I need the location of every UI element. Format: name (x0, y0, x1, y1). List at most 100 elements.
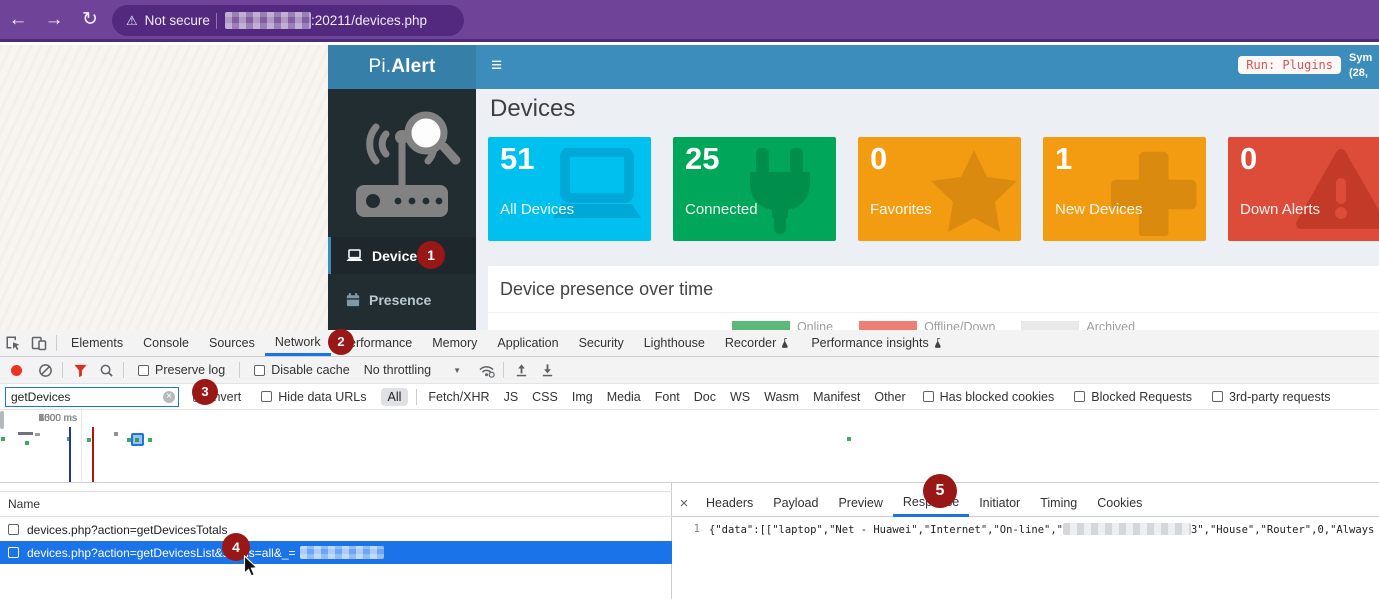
back-icon[interactable]: ← (0, 9, 36, 31)
blocked-requests-checkbox[interactable]: Blocked Requests (1074, 390, 1192, 404)
separator (416, 389, 417, 405)
card-connected[interactable]: 25 Connected (673, 137, 836, 241)
annotation-5: 5 (923, 474, 957, 508)
disable-cache-checkbox[interactable]: Disable cache (254, 363, 350, 377)
request-row[interactable]: devices.php?action=getDevicesTotals (0, 518, 672, 541)
network-overview-timeline[interactable]: 500 ms1000 ms1500 ms2000 ms2500 ms3000 m… (0, 410, 1379, 483)
request-dot (847, 437, 851, 441)
close-icon[interactable]: × (672, 495, 696, 512)
warning-icon (1295, 148, 1379, 232)
resource-type-filter[interactable]: Doc (694, 390, 716, 404)
separator (123, 362, 124, 378)
filter-input[interactable]: × (5, 387, 179, 407)
resource-type-filter[interactable]: Other (874, 390, 905, 404)
resource-type-filter[interactable]: CSS (532, 390, 558, 404)
blank-page-area (0, 45, 328, 330)
has-blocked-cookies-checkbox[interactable]: Has blocked cookies (923, 390, 1055, 404)
resource-type-filter[interactable]: WS (730, 390, 750, 404)
sidebar-toggle-icon[interactable]: ≡ (491, 59, 507, 73)
response-body-line[interactable]: 1 {"data":[["laptop","Net - Huawei","Int… (672, 523, 1379, 536)
detail-tab-preview[interactable]: Preview (828, 490, 892, 517)
selected-request-marker (131, 433, 144, 446)
resource-type-filter[interactable]: Wasm (764, 390, 799, 404)
devtools-tab-console[interactable]: Console (133, 330, 199, 356)
request-bar (18, 432, 33, 435)
import-har-icon[interactable] (508, 357, 534, 383)
devtools-tab-elements[interactable]: Elements (61, 330, 133, 356)
request-checkbox[interactable] (8, 547, 19, 558)
detail-tab-timing[interactable]: Timing (1030, 490, 1087, 517)
hide-data-urls-checkbox[interactable]: Hide data URLs (261, 390, 366, 404)
network-conditions-icon[interactable] (473, 357, 499, 383)
devtools-tab-sources[interactable]: Sources (199, 330, 265, 356)
app-brand[interactable]: Pi.Alert (328, 45, 476, 89)
laptop-icon (346, 249, 363, 262)
devtools-tab-application[interactable]: Application (487, 330, 568, 356)
card-value: 0 (1240, 141, 1257, 177)
resource-type-filter[interactable]: Fetch/XHR (428, 390, 489, 404)
forward-icon[interactable]: → (36, 9, 72, 31)
request-row-selected[interactable]: devices.php?action=getDevicesList&status… (0, 541, 672, 564)
detail-tab-payload[interactable]: Payload (763, 490, 828, 517)
devtools-tabbar: Elements Console Sources Network Perform… (0, 330, 1379, 357)
card-favorites[interactable]: 0 Favorites (858, 137, 1021, 241)
filter-text-field[interactable] (6, 390, 156, 404)
third-party-requests-checkbox[interactable]: 3rd-party requests (1212, 390, 1330, 404)
resource-type-filter[interactable]: Img (572, 390, 593, 404)
panel-divider (488, 312, 1379, 313)
sidebar-item-presence[interactable]: Presence (328, 281, 476, 318)
devtools-tab-performance-insights[interactable]: Performance insights (801, 330, 953, 356)
detail-tab-initiator[interactable]: Initiator (969, 490, 1030, 517)
throttling-select[interactable]: No throttling ▼ (364, 363, 461, 377)
search-icon[interactable] (93, 357, 119, 383)
resource-type-filter[interactable]: JS (504, 390, 519, 404)
devtools-tab-memory[interactable]: Memory (422, 330, 487, 356)
card-down-alerts[interactable]: 0 Down Alerts (1228, 137, 1379, 241)
resource-type-filter[interactable]: Manifest (813, 390, 860, 404)
clear-network-log-icon[interactable] (32, 357, 58, 383)
not-secure-warning-icon: ⚠ (126, 13, 138, 29)
overview-scroll-handle[interactable] (0, 411, 4, 429)
export-har-icon[interactable] (534, 357, 560, 383)
inspect-element-icon[interactable] (0, 330, 26, 356)
filter-all-chip[interactable]: All (381, 388, 409, 406)
resource-type-filter[interactable]: Media (607, 390, 641, 404)
devtools-tab-recorder[interactable]: Recorder (715, 330, 801, 356)
request-detail-pane: × Headers Payload Preview Response Initi… (672, 483, 1379, 599)
devtools-tab-lighthouse[interactable]: Lighthouse (634, 330, 715, 356)
resource-type-filter[interactable]: Font (655, 390, 680, 404)
load-event-marker (92, 427, 94, 483)
card-new-devices[interactable]: 1 New Devices (1043, 137, 1206, 241)
calendar-icon (346, 293, 360, 307)
not-secure-label[interactable]: Not secure (145, 13, 210, 28)
browser-toolbar: ← → ↻ ⚠ Not secure :20211/devices.php (0, 0, 1379, 42)
card-all-devices[interactable]: 51 All Devices (488, 137, 651, 241)
presence-panel-title: Device presence over time (488, 266, 1379, 300)
devtools-tab-security[interactable]: Security (569, 330, 634, 356)
request-list-header[interactable]: Name (0, 491, 672, 517)
legend-online: Online (732, 320, 833, 330)
run-plugins-button[interactable]: Run: Plugins (1238, 56, 1341, 74)
page-viewport: Pi.Alert ≡ Run: Plugins Sym (28, (0, 45, 1379, 330)
device-toolbar-icon[interactable] (26, 330, 52, 356)
preserve-log-checkbox[interactable]: Preserve log (138, 363, 225, 377)
detail-tabbar: × Headers Payload Preview Response Initi… (672, 490, 1379, 517)
reload-icon[interactable]: ↻ (72, 8, 108, 31)
resource-type-filters: Fetch/XHR JS CSS Img Media Font Doc WS Wasm Manif… (421, 390, 912, 404)
sidebar-item-label: Presence (369, 292, 431, 308)
url-port-path[interactable]: :20211/devices.php (311, 13, 427, 28)
detail-tab-headers[interactable]: Headers (696, 490, 763, 517)
clear-filter-icon[interactable]: × (163, 391, 175, 403)
separator (62, 362, 63, 378)
address-bar[interactable]: ⚠ Not secure :20211/devices.php (112, 5, 464, 36)
separator (503, 362, 504, 378)
devtools-tab-network[interactable]: Network (265, 330, 331, 356)
filter-funnel-icon[interactable] (67, 357, 93, 383)
request-checkbox[interactable] (8, 524, 19, 535)
detail-tab-cookies[interactable]: Cookies (1087, 490, 1152, 517)
redacted-response-value (1063, 523, 1191, 535)
sidebar-item-devices[interactable]: Devices (328, 237, 476, 274)
offline-swatch (859, 321, 917, 331)
record-button[interactable] (11, 365, 22, 376)
plus-icon (1110, 148, 1198, 236)
